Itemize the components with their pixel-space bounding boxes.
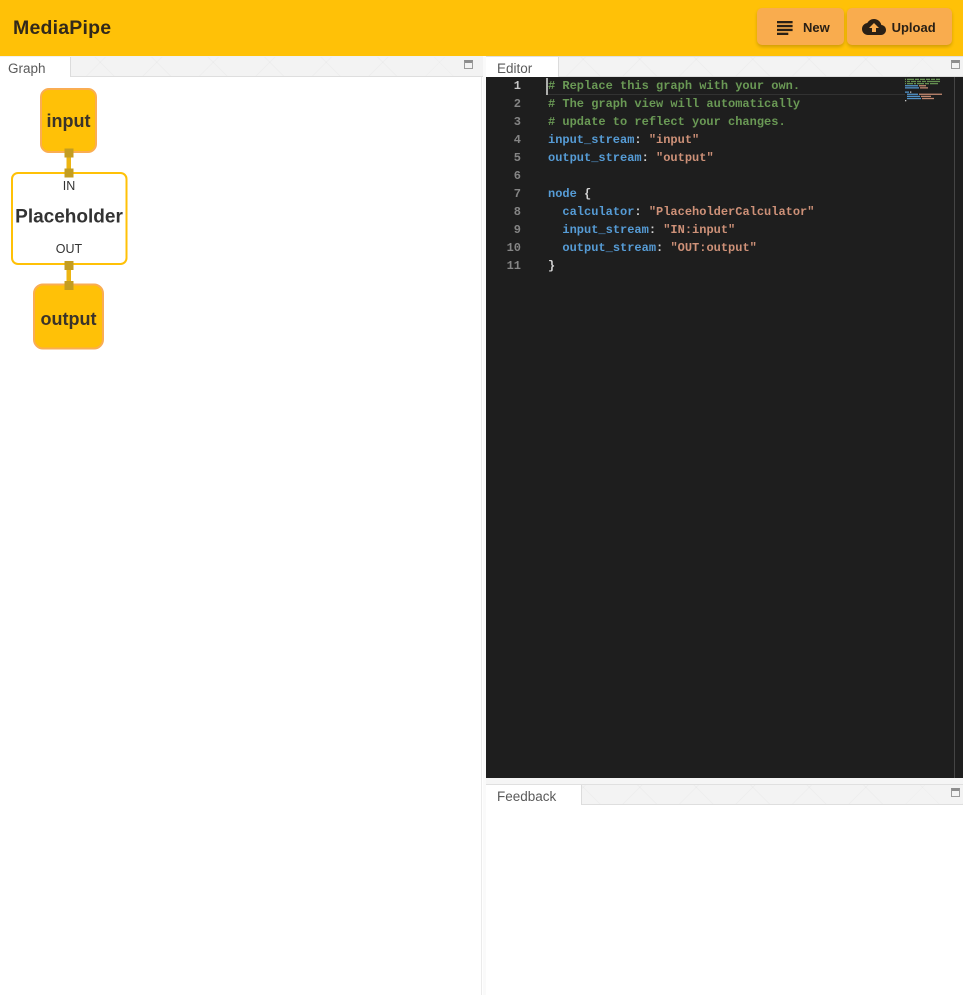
svg-text:OUT: OUT <box>56 242 83 256</box>
svg-text:Placeholder: Placeholder <box>15 207 123 228</box>
svg-text:input: input <box>47 111 91 131</box>
svg-text:IN: IN <box>63 179 76 193</box>
svg-text:output: output <box>41 309 97 329</box>
